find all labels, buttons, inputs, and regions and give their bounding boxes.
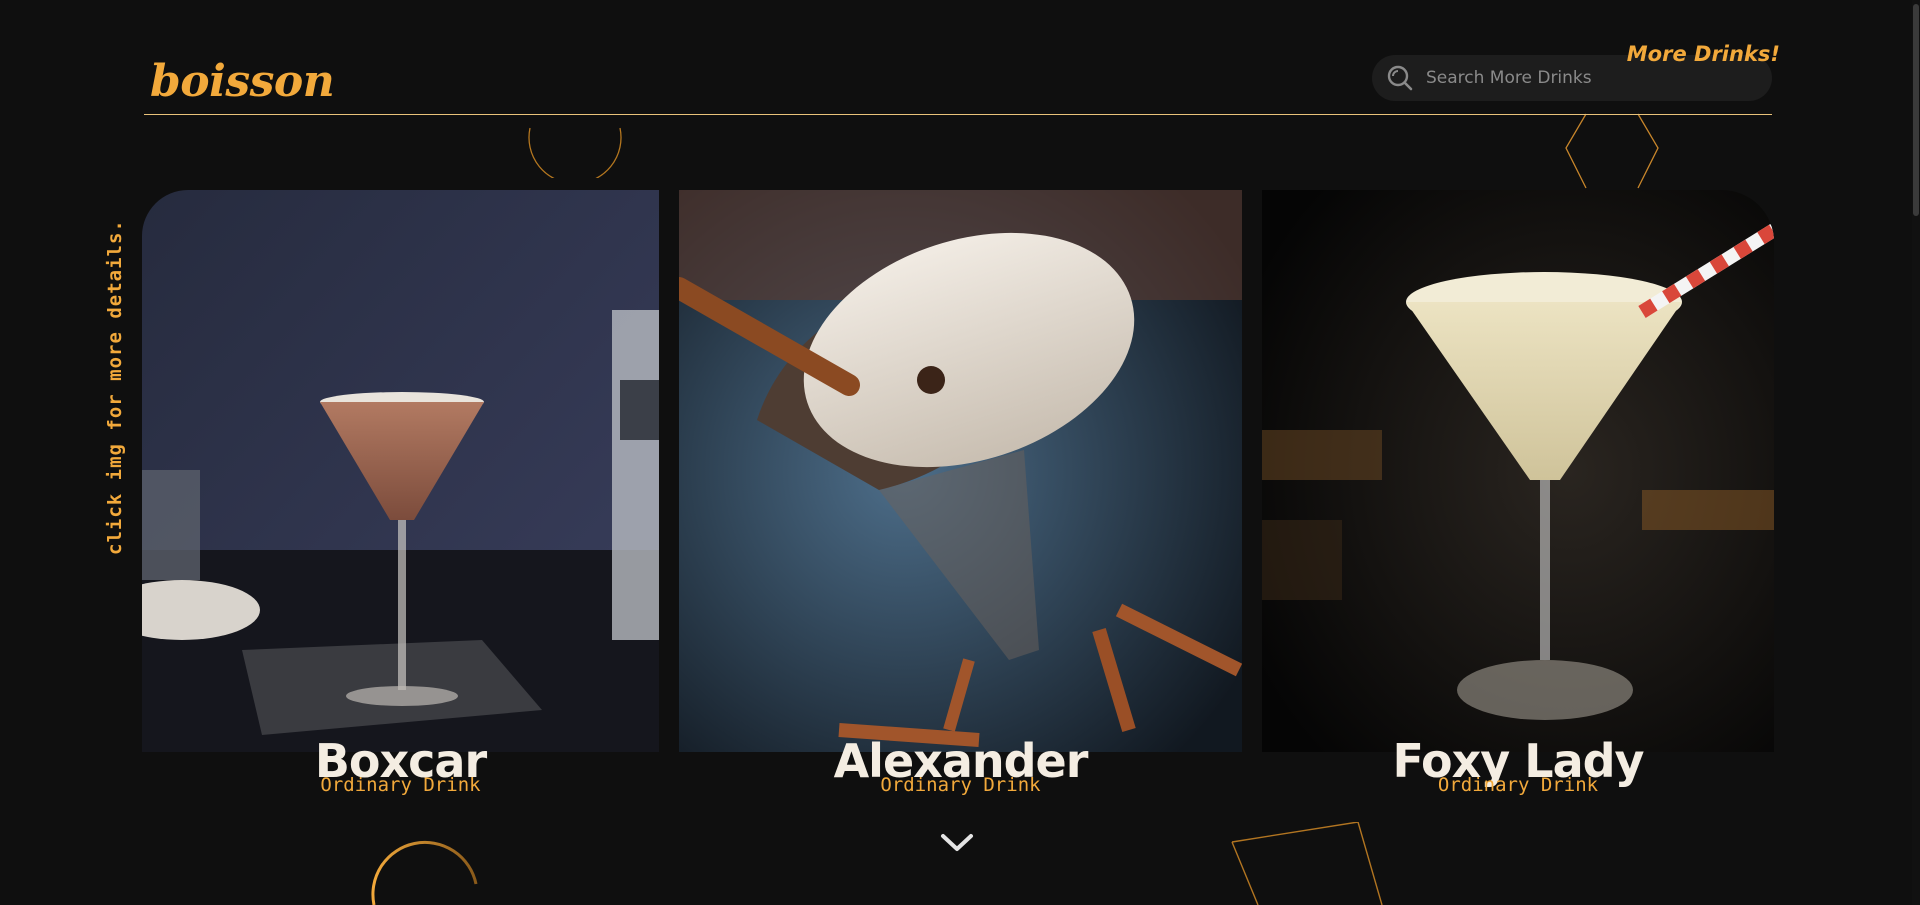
alexander-photo	[679, 190, 1242, 752]
boxcar-photo	[142, 190, 659, 752]
foxy-lady-photo	[1262, 190, 1774, 752]
drink-image-boxcar[interactable]	[142, 190, 659, 752]
drink-cards: Boxcar Ordinary Drink Alexander Ordinary…	[142, 190, 1774, 802]
drink-card-boxcar[interactable]: Boxcar Ordinary Drink	[142, 190, 659, 802]
click-hint: click img for more details.	[104, 219, 126, 555]
drink-category: Ordinary Drink	[880, 774, 1041, 796]
drink-category: Ordinary Drink	[320, 774, 481, 796]
scrollbar[interactable]	[1912, 0, 1920, 905]
drink-image-foxy-lady[interactable]	[1262, 190, 1774, 752]
decorative-circle	[528, 127, 622, 178]
chevron-down-icon[interactable]	[940, 832, 974, 854]
site-header: boisson More Drinks!	[144, 40, 1780, 115]
drink-card-foxy-lady[interactable]: Foxy Lady Ordinary Drink	[1262, 190, 1774, 802]
decorative-polygon	[1231, 822, 1383, 905]
drink-category: Ordinary Drink	[1437, 774, 1599, 796]
search-input[interactable]	[1424, 67, 1748, 89]
decorative-hexagon	[1565, 113, 1659, 189]
scrollbar-thumb[interactable]	[1913, 4, 1919, 216]
decorative-semicircle	[371, 840, 478, 905]
more-drinks-link[interactable]: More Drinks!	[1627, 42, 1780, 66]
drink-card-alexander[interactable]: Alexander Ordinary Drink	[679, 190, 1242, 802]
search-icon[interactable]	[1386, 64, 1414, 92]
logo[interactable]: boisson	[150, 56, 335, 107]
drink-image-alexander[interactable]	[679, 190, 1242, 752]
